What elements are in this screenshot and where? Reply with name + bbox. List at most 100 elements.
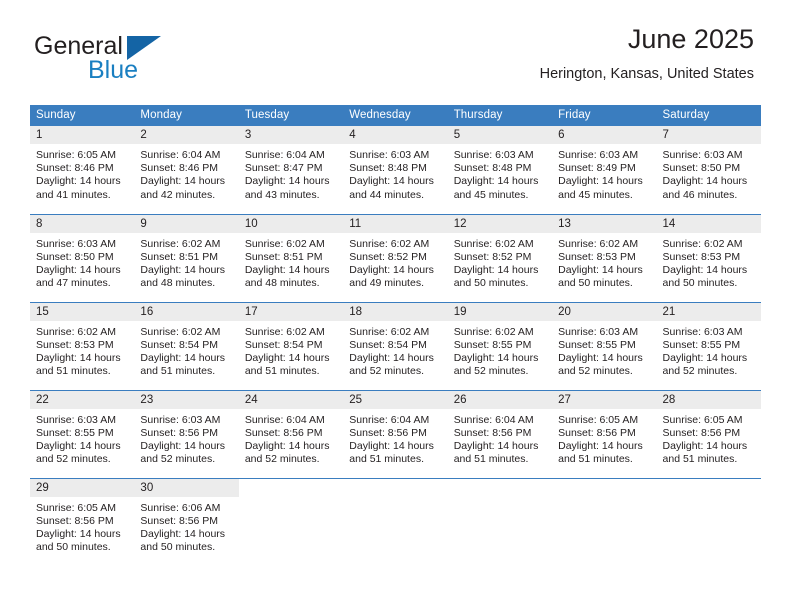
sunrise-text: Sunrise: 6:04 AM — [244, 149, 325, 161]
sunrise-text: Sunrise: 6:02 AM — [349, 325, 430, 338]
calendar-day-cell[interactable]: 13 Sunrise: 6:02 AM Sunset: 8:53 PM Dayligh… — [552, 213, 657, 302]
sunrise-text: Sunrise: 6:03 AM — [662, 149, 743, 161]
day-number: 25 — [343, 390, 448, 409]
calendar-day-cell[interactable]: 15 Sunrise: 6:02 AM Sunset: 8:53 PM Dayligh… — [30, 301, 135, 390]
day-number: 15 — [30, 302, 135, 321]
sunset-text: Sunset: 8:55 PM — [558, 338, 636, 351]
calendar-day-cell[interactable]: 2 Sunrise: 6:04 AM Sunset: 8:46 PM Daylight… — [134, 126, 239, 214]
calendar-day-cell[interactable]: 14 Sunrise: 6:02 AM Sunset: 8:53 PM Dayligh… — [656, 213, 761, 302]
calendar-week-row: 8 Sunrise: 6:03 AM Sunset: 8:50 PM Daylight… — [30, 213, 761, 302]
calendar-day-cell[interactable]: 20 Sunrise: 6:03 AM Sunset: 8:55 PM Dayligh… — [552, 301, 657, 390]
calendar-day-cell[interactable]: 16 Sunrise: 6:02 AM Sunset: 8:54 PM Dayligh… — [134, 301, 239, 390]
calendar-day-cell[interactable]: 22 Sunrise: 6:03 AM Sunset: 8:55 PM Dayligh… — [30, 389, 135, 478]
sunrise-text: Sunrise: 6:02 AM — [36, 325, 116, 338]
day-number: 10 — [238, 214, 344, 233]
day-details: Sunrise: 6:06 AM Sunset: 8:56 PM Daylight:… — [134, 497, 238, 555]
daylight-text-line2: and 51 minutes. — [36, 365, 111, 378]
sunrise-text: Sunrise: 6:02 AM — [558, 237, 639, 250]
calendar-day-cell[interactable]: 23 Sunrise: 6:03 AM Sunset: 8:56 PM Dayligh… — [134, 389, 239, 478]
calendar-day-cell[interactable]: 30 Sunrise: 6:06 AM Sunset: 8:56 PM Dayligh… — [134, 477, 239, 566]
calendar-day-cell[interactable]: 26 Sunrise: 6:04 AM Sunset: 8:56 PM Dayligh… — [447, 389, 553, 478]
calendar-day-cell[interactable]: 24 Sunrise: 6:04 AM Sunset: 8:56 PM Dayligh… — [238, 389, 344, 478]
day-details: Sunrise: 6:05 AM Sunset: 8:46 PM Daylight:… — [30, 144, 134, 202]
calendar-day-cell[interactable]: 28 Sunrise: 6:05 AM Sunset: 8:56 PM Dayligh… — [656, 389, 761, 478]
daylight-text-line1: Daylight: 14 hours — [140, 263, 226, 276]
day-number: 2 — [134, 126, 239, 144]
day-details: Sunrise: 6:04 AM Sunset: 8:47 PM Daylight:… — [239, 144, 343, 202]
sunset-text: Sunset: 8:53 PM — [36, 338, 114, 351]
calendar-day-cell[interactable]: 17 Sunrise: 6:02 AM Sunset: 8:54 PM Dayligh… — [238, 301, 344, 390]
day-details: Sunrise: 6:03 AM Sunset: 8:56 PM Daylight:… — [134, 409, 238, 467]
calendar-day-cell[interactable]: 6 Sunrise: 6:03 AM Sunset: 8:49 PM Daylight… — [552, 126, 657, 214]
daylight-text-line1: Daylight: 14 hours — [349, 351, 434, 364]
daylight-text-line2: and 51 minutes. — [140, 365, 216, 378]
brand-logo[interactable]: General Blue — [34, 32, 274, 92]
day-number: 24 — [238, 390, 344, 409]
calendar-day-cell[interactable]: 25 Sunrise: 6:04 AM Sunset: 8:56 PM Dayligh… — [343, 389, 448, 478]
day-number: 14 — [656, 214, 761, 233]
calendar-day-cell[interactable]: 1 Sunrise: 6:05 AM Sunset: 8:46 PM Daylight… — [30, 126, 135, 214]
calendar-day-cell[interactable]: 3 Sunrise: 6:04 AM Sunset: 8:47 PM Daylight… — [238, 126, 344, 214]
calendar-day-cell[interactable]: 29 Sunrise: 6:05 AM Sunset: 8:56 PM Dayligh… — [30, 477, 135, 566]
calendar-day-cell[interactable]: 4 Sunrise: 6:03 AM Sunset: 8:48 PM Daylight… — [343, 126, 448, 214]
sunset-text: Sunset: 8:56 PM — [36, 514, 114, 527]
calendar-day-cell[interactable]: 18 Sunrise: 6:02 AM Sunset: 8:54 PM Dayligh… — [343, 301, 448, 390]
sunrise-text: Sunrise: 6:02 AM — [244, 325, 325, 338]
calendar-day-cell[interactable]: 19 Sunrise: 6:02 AM Sunset: 8:55 PM Dayligh… — [447, 301, 553, 390]
calendar-day-cell-empty — [343, 477, 448, 566]
sunset-text: Sunset: 8:46 PM — [140, 162, 219, 175]
calendar-week-row: 22 Sunrise: 6:03 AM Sunset: 8:55 PM Dayligh… — [30, 389, 761, 478]
calendar-day-cell[interactable]: 5 Sunrise: 6:03 AM Sunset: 8:48 PM Daylight… — [447, 126, 553, 214]
day-number: 8 — [30, 214, 135, 233]
daylight-text-line1: Daylight: 14 hours — [453, 175, 539, 188]
daylight-text-line1: Daylight: 14 hours — [662, 439, 748, 452]
calendar-day-cell[interactable]: 12 Sunrise: 6:02 AM Sunset: 8:52 PM Dayligh… — [447, 213, 553, 302]
day-number: 1 — [30, 126, 135, 144]
sunset-text: Sunset: 8:52 PM — [349, 250, 427, 263]
daylight-text-line2: and 46 minutes. — [662, 188, 738, 201]
day-details: Sunrise: 6:03 AM Sunset: 8:55 PM Daylight:… — [30, 409, 134, 467]
daylight-text-line2: and 47 minutes. — [36, 277, 111, 290]
day-number-band — [239, 479, 343, 497]
calendar-day-cell[interactable]: 11 Sunrise: 6:02 AM Sunset: 8:52 PM Dayligh… — [343, 213, 448, 302]
day-details: Sunrise: 6:02 AM Sunset: 8:51 PM Daylight:… — [134, 233, 238, 291]
calendar-day-cell[interactable]: 8 Sunrise: 6:03 AM Sunset: 8:50 PM Daylight… — [30, 213, 135, 302]
daylight-text-line2: and 50 minutes. — [453, 277, 529, 290]
calendar-day-cell[interactable]: 27 Sunrise: 6:05 AM Sunset: 8:56 PM Dayligh… — [552, 389, 657, 478]
day-number: 17 — [238, 302, 344, 321]
sunset-text: Sunset: 8:55 PM — [453, 338, 532, 351]
day-details: Sunrise: 6:05 AM Sunset: 8:56 PM Daylight:… — [552, 409, 656, 467]
sunset-text: Sunset: 8:55 PM — [662, 338, 741, 351]
calendar-day-cell[interactable]: 9 Sunrise: 6:02 AM Sunset: 8:51 PM Daylight… — [134, 213, 239, 302]
calendar-day-cell[interactable]: 7 Sunrise: 6:03 AM Sunset: 8:50 PM Daylight… — [656, 126, 761, 214]
page-subtitle: Herington, Kansas, United States — [539, 66, 754, 82]
weekday-header-tuesday: Tuesday — [238, 105, 344, 126]
sunset-text: Sunset: 8:56 PM — [140, 426, 219, 439]
daylight-text-line1: Daylight: 14 hours — [244, 439, 330, 452]
calendar-day-cell[interactable]: 21 Sunrise: 6:03 AM Sunset: 8:55 PM Dayligh… — [656, 301, 761, 390]
weekday-header-wednesday: Wednesday — [343, 105, 448, 126]
sunset-text: Sunset: 8:48 PM — [453, 162, 532, 175]
daylight-text-line1: Daylight: 14 hours — [558, 439, 643, 452]
daylight-text-line1: Daylight: 14 hours — [244, 175, 330, 188]
daylight-text-line1: Daylight: 14 hours — [36, 439, 121, 452]
day-details: Sunrise: 6:02 AM Sunset: 8:53 PM Daylight:… — [30, 321, 134, 379]
weekday-header-monday: Monday — [134, 105, 239, 126]
title-block: June 2025 Herington, Kansas, United Stat… — [540, 22, 754, 83]
daylight-text-line1: Daylight: 14 hours — [244, 263, 330, 276]
daylight-text-line2: and 51 minutes. — [662, 453, 738, 466]
day-number-band — [657, 479, 761, 497]
page-header: General Blue June 2025 Herington, Kansas… — [0, 22, 792, 96]
day-number: 30 — [134, 478, 239, 497]
daylight-text-line2: and 52 minutes. — [244, 453, 320, 466]
sunset-text: Sunset: 8:50 PM — [36, 250, 114, 263]
calendar-page: General Blue June 2025 Herington, Kansas… — [0, 0, 792, 612]
day-details: Sunrise: 6:04 AM Sunset: 8:56 PM Daylight:… — [343, 409, 447, 467]
day-details: Sunrise: 6:03 AM Sunset: 8:55 PM Daylight:… — [552, 321, 656, 379]
sunrise-text: Sunrise: 6:02 AM — [662, 237, 743, 250]
day-details: Sunrise: 6:03 AM Sunset: 8:50 PM Daylight:… — [657, 144, 761, 202]
sunrise-text: Sunrise: 6:03 AM — [36, 237, 116, 250]
calendar-day-cell[interactable]: 10 Sunrise: 6:02 AM Sunset: 8:51 PM Dayligh… — [238, 213, 344, 302]
daylight-text-line1: Daylight: 14 hours — [36, 527, 121, 540]
sunrise-text: Sunrise: 6:03 AM — [453, 149, 534, 161]
